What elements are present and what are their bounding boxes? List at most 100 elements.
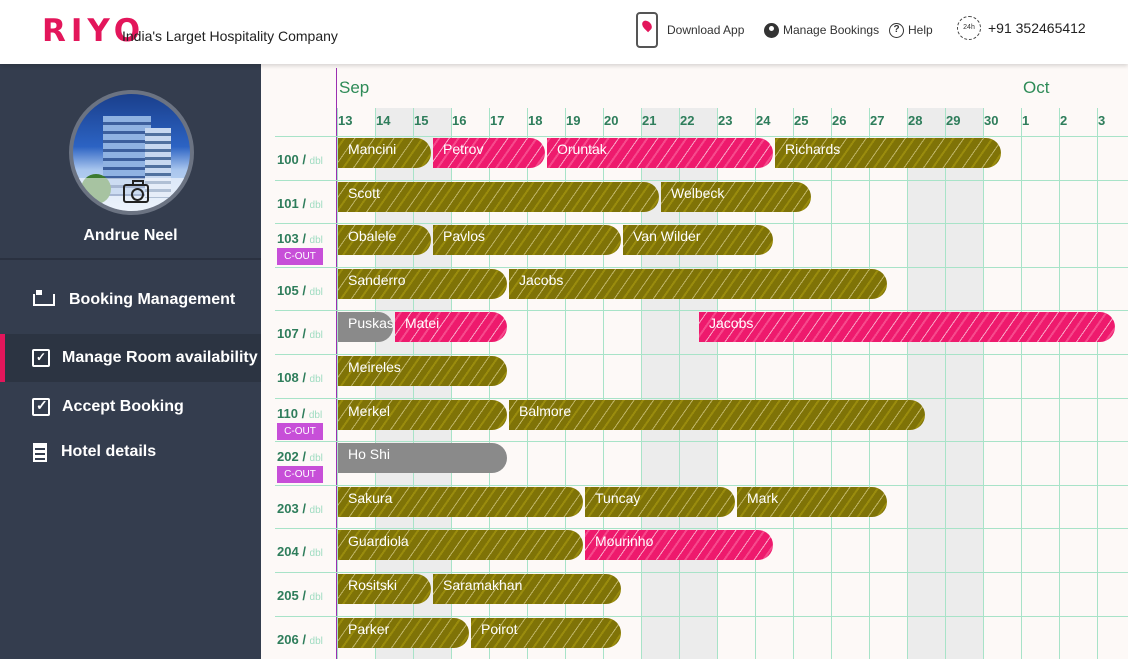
room-number: 202 [277, 449, 299, 465]
phone-contact[interactable]: 24h +91 352465412 [957, 8, 1086, 48]
grid-line [275, 354, 1128, 355]
booking-bar[interactable]: Welbeck [661, 181, 811, 212]
grid-line [1097, 108, 1098, 659]
day-label: 17 [490, 113, 505, 128]
checkout-badge[interactable]: C-OUT [277, 422, 323, 440]
sidebar-item-label: Hotel details [61, 443, 157, 460]
checkout-badge[interactable]: C-OUT [277, 248, 323, 266]
booking-bar[interactable]: Pavlos [433, 225, 621, 256]
booking-bar[interactable]: Saramakhan [433, 574, 621, 604]
grid-line [275, 397, 1128, 399]
day-label: 18 [528, 113, 543, 128]
building-icon [33, 442, 47, 462]
day-label: 19 [566, 113, 581, 128]
grid-line [831, 108, 832, 659]
booking-bar[interactable]: Puskas [338, 312, 393, 343]
room-label: 108 / dbl [277, 370, 323, 385]
day-label: 20 [604, 113, 619, 128]
day-label: 24 [756, 113, 771, 128]
sidebar-item-hotel-details[interactable]: Hotel details [0, 428, 261, 476]
weekend-column [945, 108, 983, 659]
day-label: 23 [718, 113, 733, 128]
month-label: Oct [1023, 78, 1050, 97]
sidebar: Andrue Neel Booking Management Manage Ro… [0, 64, 261, 659]
room-type: dbl [309, 156, 323, 167]
camera-icon [123, 180, 149, 203]
room-separator: / [298, 195, 310, 211]
sidebar-item-label: Booking Management [69, 291, 236, 308]
booking-bar[interactable]: Jacobs [699, 312, 1115, 343]
help-link[interactable]: ? Help [889, 10, 933, 50]
booking-bar[interactable]: Mark [737, 486, 887, 517]
booking-bar[interactable]: Oruntak [547, 138, 773, 168]
day-label: 29 [946, 113, 961, 128]
booking-bar[interactable]: Mancini [338, 138, 431, 168]
room-label: 103 / dbl [277, 231, 323, 246]
sidebar-item-label: Accept Booking [62, 398, 184, 415]
room-type: dbl [309, 592, 323, 603]
booking-bar[interactable]: Richards [775, 138, 1001, 168]
booking-bar[interactable]: Sanderro [338, 268, 507, 299]
booking-bar[interactable]: Poirot [471, 617, 621, 648]
manage-bookings-link[interactable]: Manage Bookings [764, 10, 879, 50]
room-number: 204 [277, 544, 299, 560]
booking-bar[interactable]: Mourinho [585, 530, 773, 561]
room-separator: / [298, 588, 310, 603]
room-separator: / [298, 152, 310, 167]
grid-line [275, 179, 1128, 181]
room-number: 110 [277, 405, 298, 421]
calendar-check-icon [32, 349, 50, 367]
room-separator: / [298, 326, 310, 342]
room-label: 107 / dbl [277, 326, 323, 341]
grid-line [275, 441, 1128, 443]
grid-line [275, 223, 1128, 225]
grid-line [869, 108, 870, 659]
day-label: 2 [1060, 113, 1068, 128]
sidebar-item-booking-management[interactable]: Booking Management [0, 276, 261, 324]
grid-line [945, 108, 946, 659]
booking-bar[interactable]: Meireles [338, 356, 507, 386]
booking-bar[interactable]: Balmore [509, 399, 925, 430]
room-separator: / [298, 370, 310, 385]
booking-bar[interactable]: Guardiola [338, 530, 583, 561]
hotel-avatar[interactable] [69, 90, 194, 215]
booking-bar[interactable]: Petrov [433, 138, 545, 168]
weekend-column [907, 108, 945, 659]
mobile-phone-icon [636, 12, 658, 48]
booking-bar[interactable]: Sakura [338, 486, 583, 517]
booking-bar[interactable]: Jacobs [509, 268, 887, 299]
room-type: dbl [309, 330, 323, 342]
booking-bar[interactable]: Van Wilder [623, 225, 773, 256]
24h-support-icon: 24h [957, 16, 981, 40]
booking-bar[interactable]: Scott [338, 181, 659, 212]
manage-bookings-label: Manage Bookings [783, 23, 880, 37]
download-app-link[interactable]: Download App [636, 10, 744, 50]
sidebar-item-manage-room-availability[interactable]: Manage Room availability [0, 334, 261, 382]
booking-bar[interactable]: Parker [338, 617, 469, 648]
room-label: 203 / dbl [277, 501, 323, 516]
change-photo-overlay[interactable] [73, 178, 190, 211]
booking-bar[interactable]: Rositski [338, 574, 431, 604]
help-label: Help [908, 23, 933, 37]
booking-bar[interactable]: Tuncay [585, 486, 735, 517]
room-number: 103 [277, 231, 299, 247]
room-label: 110 / dbl [277, 406, 322, 421]
download-app-label: Download App [667, 23, 745, 37]
day-label: 3 [1098, 113, 1106, 128]
room-label: 101 / dbl [277, 196, 323, 211]
room-type: dbl [308, 409, 323, 421]
booking-bar[interactable]: Matei [395, 312, 507, 343]
top-header: RIYO India's Larget Hospitality Company … [0, 0, 1128, 64]
booking-bar[interactable]: Obalele [338, 225, 431, 256]
day-label: 16 [452, 113, 467, 128]
help-icon: ? [889, 22, 904, 38]
grid-line [275, 310, 1128, 312]
booking-bar[interactable]: Merkel [338, 399, 507, 430]
booking-bar[interactable]: Ho Shi [338, 443, 507, 474]
grid-line [1021, 108, 1022, 659]
room-number: 206 [277, 631, 299, 647]
checkout-badge[interactable]: C-OUT [277, 466, 323, 484]
sidebar-item-accept-booking[interactable]: Accept Booking [0, 383, 261, 431]
room-type: dbl [309, 635, 323, 647]
grid-line [907, 108, 908, 659]
